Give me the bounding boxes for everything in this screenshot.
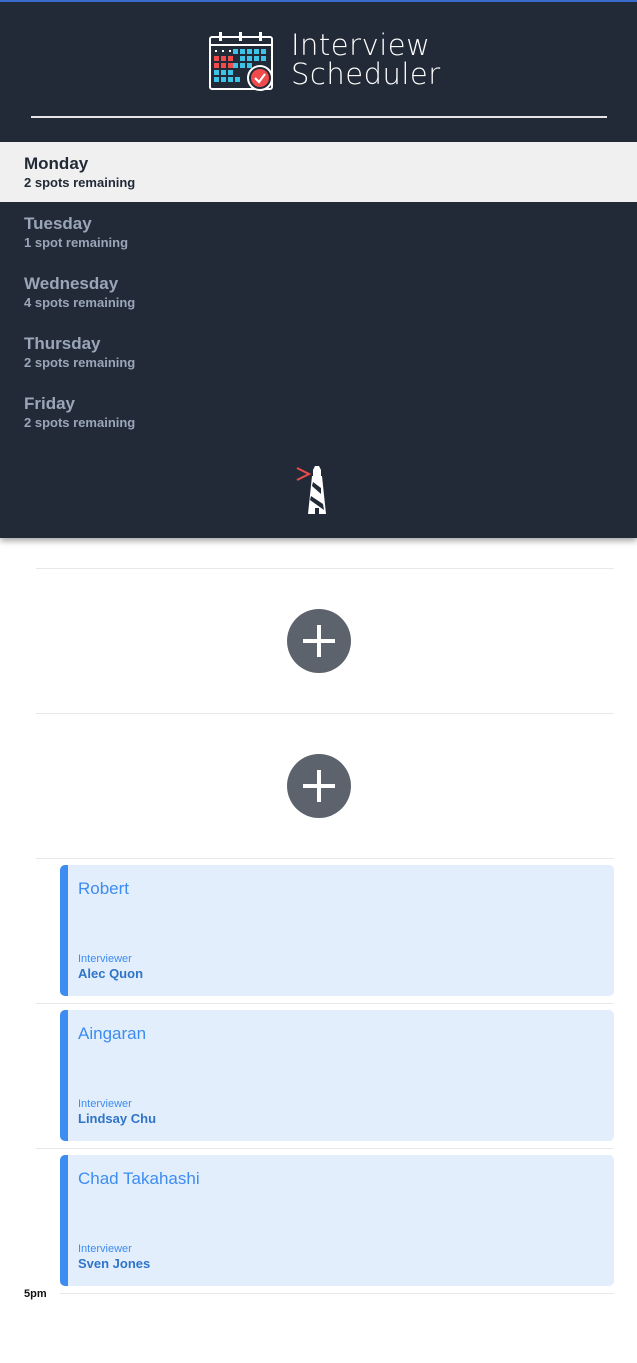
slot-divider bbox=[36, 858, 614, 859]
slot-divider bbox=[36, 568, 614, 569]
calendar-check-icon bbox=[209, 32, 273, 91]
appointment-card[interactable]: Aingaran Interviewer Lindsay Chu bbox=[60, 1010, 614, 1141]
sidebar: Interview Scheduler Monday 2 spots remai… bbox=[0, 2, 637, 538]
day-name: Tuesday bbox=[24, 214, 92, 233]
interviewer-label: Interviewer bbox=[78, 1098, 132, 1110]
appointment-card[interactable]: Chad Takahashi Interviewer Sven Jones bbox=[60, 1155, 614, 1286]
day-item-friday[interactable]: Friday 2 spots remaining bbox=[0, 382, 637, 442]
add-appointment-button[interactable] bbox=[287, 609, 351, 673]
interviewer-label: Interviewer bbox=[78, 1243, 132, 1255]
appointment-card[interactable]: Robert Interviewer Alec Quon bbox=[60, 865, 614, 996]
lighthouse-icon bbox=[296, 466, 326, 514]
app-title-line1: Interview bbox=[291, 28, 431, 62]
student-name: Robert bbox=[78, 879, 130, 898]
day-name: Wednesday bbox=[24, 274, 119, 293]
app-title-line2: Scheduler bbox=[291, 57, 441, 91]
brand: Interview Scheduler bbox=[209, 31, 469, 95]
student-name: Aingaran bbox=[78, 1024, 147, 1043]
day-spots: 2 spots remaining bbox=[24, 355, 136, 370]
slot-divider bbox=[36, 1003, 614, 1004]
day-spots: 4 spots remaining bbox=[24, 295, 136, 310]
slot-divider bbox=[36, 713, 614, 714]
day-item-thursday[interactable]: Thursday 2 spots remaining bbox=[0, 322, 637, 382]
day-item-wednesday[interactable]: Wednesday 4 spots remaining bbox=[0, 262, 637, 322]
brand-divider bbox=[31, 116, 607, 118]
day-name: Monday bbox=[24, 154, 89, 173]
day-spots: 2 spots remaining bbox=[24, 175, 136, 190]
appointment-accent-bar bbox=[60, 1010, 68, 1141]
slot-divider bbox=[36, 1148, 614, 1149]
appointment-accent-bar bbox=[60, 865, 68, 996]
interviewer-label: Interviewer bbox=[78, 953, 132, 965]
day-name: Friday bbox=[24, 394, 76, 413]
plus-icon bbox=[303, 770, 335, 802]
appointment-accent-bar bbox=[60, 1155, 68, 1286]
time-label: 5pm bbox=[24, 1288, 47, 1300]
interviewer-name: Lindsay Chu bbox=[78, 1111, 157, 1126]
interviewer-name: Alec Quon bbox=[78, 966, 144, 981]
plus-icon bbox=[303, 625, 335, 657]
student-name: Chad Takahashi bbox=[78, 1169, 200, 1188]
add-appointment-button[interactable] bbox=[287, 754, 351, 818]
interviewer-name: Sven Jones bbox=[78, 1256, 151, 1271]
day-name: Thursday bbox=[24, 334, 101, 353]
day-spots: 1 spot remaining bbox=[24, 235, 129, 250]
slot-divider bbox=[60, 1293, 614, 1294]
day-item-tuesday[interactable]: Tuesday 1 spot remaining bbox=[0, 202, 637, 262]
day-spots: 2 spots remaining bbox=[24, 415, 136, 430]
day-item-monday[interactable]: Monday 2 spots remaining bbox=[0, 142, 637, 202]
app-title: Interview Scheduler bbox=[291, 31, 441, 89]
